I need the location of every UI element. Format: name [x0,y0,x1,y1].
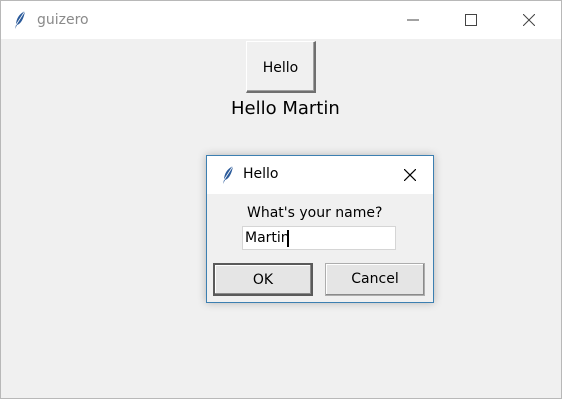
minimize-icon [407,19,419,21]
dialog-title: Hello [243,166,279,182]
cancel-button[interactable]: Cancel [325,263,425,296]
feather-icon [13,10,27,30]
text-caret [287,230,289,247]
maximize-button[interactable] [449,1,495,39]
hello-button[interactable]: Hello [246,41,316,93]
dialog-close-button[interactable] [395,162,425,188]
greeting-text: Hello Martin [231,98,340,119]
maximize-icon [465,14,477,26]
dialog-title-bar[interactable]: Hello [207,156,433,194]
close-icon [523,14,535,26]
close-button[interactable] [507,1,553,39]
title-bar[interactable]: guizero [1,1,561,39]
window-title: guizero [37,12,89,28]
name-dialog: Hello What's your name? OK Cancel [206,155,434,303]
name-input[interactable] [242,226,396,250]
feather-icon [221,165,235,185]
ok-button[interactable]: OK [213,263,313,296]
name-prompt: What's your name? [247,205,383,221]
close-icon [404,169,416,181]
minimize-button[interactable] [391,1,437,39]
